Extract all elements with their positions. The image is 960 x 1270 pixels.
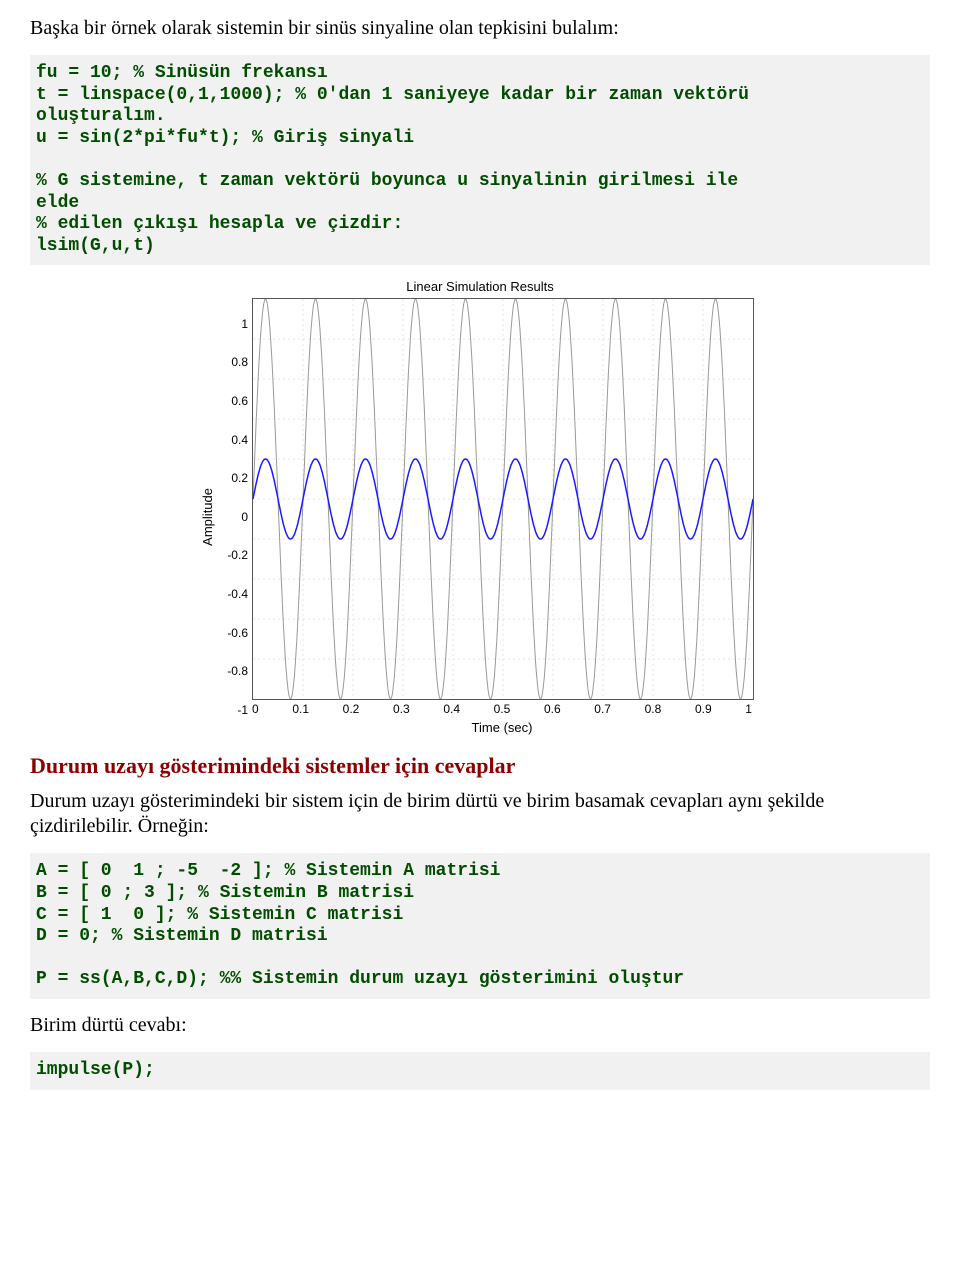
paragraph-2: Durum uzayı gösterimindeki bir sistem iç… bbox=[30, 789, 930, 839]
chart-plot bbox=[252, 298, 754, 700]
xtick: 0.1 bbox=[292, 702, 309, 716]
ytick: 0 bbox=[218, 510, 248, 524]
xtick: 0.2 bbox=[343, 702, 360, 716]
code-block-1: fu = 10; % Sinüsün frekansı t = linspace… bbox=[30, 55, 930, 265]
xtick: 0 bbox=[252, 702, 259, 716]
chart-ylabel: Amplitude bbox=[200, 488, 218, 546]
ytick: -0.8 bbox=[218, 664, 248, 678]
chart-xticks: 0 0.1 0.2 0.3 0.4 0.5 0.6 0.7 0.8 0.9 1 bbox=[252, 702, 752, 716]
chart-xlabel: Time (sec) bbox=[252, 720, 752, 735]
xtick: 0.6 bbox=[544, 702, 561, 716]
code-block-2: A = [ 0 1 ; -5 -2 ]; % Sistemin A matris… bbox=[30, 853, 930, 999]
paragraph-3: Birim dürtü cevabı: bbox=[30, 1013, 930, 1038]
code-block-3: impulse(P); bbox=[30, 1052, 930, 1090]
ytick: 1 bbox=[218, 317, 248, 331]
intro-paragraph: Başka bir örnek olarak sistemin bir sinü… bbox=[30, 16, 930, 41]
ytick: -0.2 bbox=[218, 548, 248, 562]
xtick: 1 bbox=[745, 702, 752, 716]
section-heading: Durum uzayı gösterimindeki sistemler içi… bbox=[30, 753, 930, 779]
xtick: 0.4 bbox=[443, 702, 460, 716]
chart-yticks: 1 0.8 0.6 0.4 0.2 0 -0.2 -0.4 -0.6 -0.8 … bbox=[218, 317, 252, 717]
ytick: -1 bbox=[218, 703, 248, 717]
xtick: 0.5 bbox=[494, 702, 511, 716]
xtick: 0.3 bbox=[393, 702, 410, 716]
xtick: 0.7 bbox=[594, 702, 611, 716]
chart-box: Linear Simulation Results Amplitude 1 0.… bbox=[200, 279, 760, 735]
chart-title: Linear Simulation Results bbox=[200, 279, 760, 294]
ytick: -0.6 bbox=[218, 626, 248, 640]
ytick: 0.4 bbox=[218, 433, 248, 447]
ytick: 0.8 bbox=[218, 355, 248, 369]
ytick: 0.2 bbox=[218, 471, 248, 485]
xtick: 0.9 bbox=[695, 702, 712, 716]
document-page: Başka bir örnek olarak sistemin bir sinü… bbox=[0, 0, 960, 1124]
ytick: -0.4 bbox=[218, 587, 248, 601]
ytick: 0.6 bbox=[218, 394, 248, 408]
chart-container: Linear Simulation Results Amplitude 1 0.… bbox=[30, 279, 930, 735]
xtick: 0.8 bbox=[645, 702, 662, 716]
